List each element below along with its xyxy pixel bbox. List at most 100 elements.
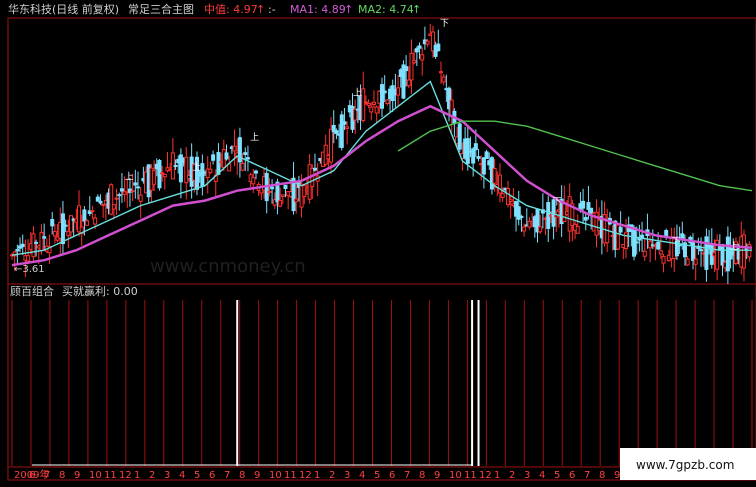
candle-body [243, 152, 248, 155]
candle-body [283, 184, 288, 189]
candle-body [39, 231, 44, 252]
x-tick-label: 5 [554, 470, 560, 481]
candle-body [111, 204, 116, 210]
candle-body [425, 40, 430, 45]
candle-body [95, 196, 100, 202]
x-tick-label: 10 [89, 470, 102, 481]
candle-body [481, 157, 486, 175]
candle-body [492, 168, 497, 184]
candle-body [278, 200, 283, 207]
x-tick-label: 6 [29, 470, 35, 481]
mid-arrow-icon: ↑ [256, 3, 265, 16]
candle-body [345, 126, 350, 129]
candle-body [280, 194, 285, 197]
candle-body [484, 151, 489, 159]
signal-value-label: 买就赢利: 0.00 [62, 284, 138, 298]
x-tick-label: 3 [164, 470, 170, 481]
x-tick-label: 9 [254, 470, 260, 481]
candle-body [329, 128, 334, 163]
x-tick-label: 4 [359, 470, 365, 481]
candle-body [114, 197, 119, 200]
candle-body [90, 210, 95, 213]
candle-body [138, 194, 143, 202]
candle-body [52, 231, 57, 237]
x-tick-label: 12 [119, 470, 132, 481]
x-tick-label: 8 [59, 470, 65, 481]
x-tick-label: 12 [299, 470, 312, 481]
candle-body [685, 258, 690, 266]
x-tick-label: 8 [599, 470, 605, 481]
candle-body [363, 101, 368, 104]
candle-body [436, 43, 441, 52]
candle-body [211, 154, 216, 161]
candle-body [366, 102, 371, 106]
candle-body [374, 106, 379, 114]
x-tick-label: 11 [464, 470, 477, 481]
chart-canvas: 华东科技(日线 前复权) 常足三合主图 中值: 4.97 ↑ :- MA1: 4… [7, 2, 756, 481]
watermark-text: www.7gpzb.com [636, 458, 734, 472]
candle-body [312, 167, 317, 171]
candle-body [200, 163, 205, 187]
candle-body [253, 170, 258, 174]
grid-lines [11, 300, 753, 466]
ma2-arrow-icon: ↑ [412, 3, 421, 16]
candle-body [704, 236, 709, 270]
candle-body [661, 256, 666, 264]
candle-body [93, 217, 98, 225]
x-tick-label: 1 [314, 470, 320, 481]
candle-body [130, 190, 135, 193]
x-tick-label: 7 [44, 470, 50, 481]
buy-marker: 上 [250, 132, 259, 143]
candle-body [270, 186, 275, 190]
candle-body [385, 99, 390, 105]
low-price-marker: ←3.61 [14, 264, 45, 275]
x-tick-label: 7 [224, 470, 230, 481]
x-tick-label: 3 [344, 470, 350, 481]
x-tick-label: 11 [284, 470, 297, 481]
sell-marker: 下 [553, 198, 562, 208]
x-tick-label: 9 [74, 470, 80, 481]
candle-body [82, 209, 87, 222]
candle-body [109, 184, 114, 215]
candle-body [506, 188, 511, 205]
x-tick-label: 10 [449, 470, 462, 481]
candle-body [420, 54, 425, 61]
candle-body [380, 84, 384, 109]
candle-body [224, 152, 229, 160]
candle-body [60, 213, 65, 245]
candle-body [232, 145, 237, 152]
candle-body [68, 215, 73, 233]
candle-body [404, 66, 409, 72]
x-tick-label: 1 [494, 470, 500, 481]
x-tick-label: 9 [614, 470, 620, 481]
signal-bars [32, 300, 480, 466]
sell-marker: 下 [440, 19, 449, 29]
x-tick-label: 6 [569, 470, 575, 481]
candle-body [382, 90, 387, 94]
candle-body [26, 255, 31, 262]
x-tick-label: 10 [269, 470, 282, 481]
x-tick-label: 3 [524, 470, 530, 481]
candle-body [508, 199, 513, 202]
candle-body [412, 60, 417, 64]
candle-body [500, 193, 505, 198]
candle-body [473, 143, 478, 151]
candle-body [538, 226, 543, 233]
candle-body [240, 162, 245, 171]
sub-panel-title: 顾百组合 [10, 284, 54, 298]
candle-body [414, 48, 419, 53]
buy-marker: 上 [729, 241, 738, 252]
candle-body [409, 52, 414, 81]
x-tick-label: 9 [434, 470, 440, 481]
candle-body [396, 87, 401, 96]
candle-body [267, 190, 272, 193]
candle-body [589, 207, 594, 214]
candle-body [438, 71, 443, 74]
buy-marker: 上 [353, 87, 362, 98]
candlesticks [10, 23, 752, 284]
candle-body [208, 168, 213, 174]
candle-body [173, 164, 178, 167]
candle-body [353, 108, 358, 121]
separator-label: :- [268, 3, 276, 16]
candle-body [339, 114, 344, 148]
